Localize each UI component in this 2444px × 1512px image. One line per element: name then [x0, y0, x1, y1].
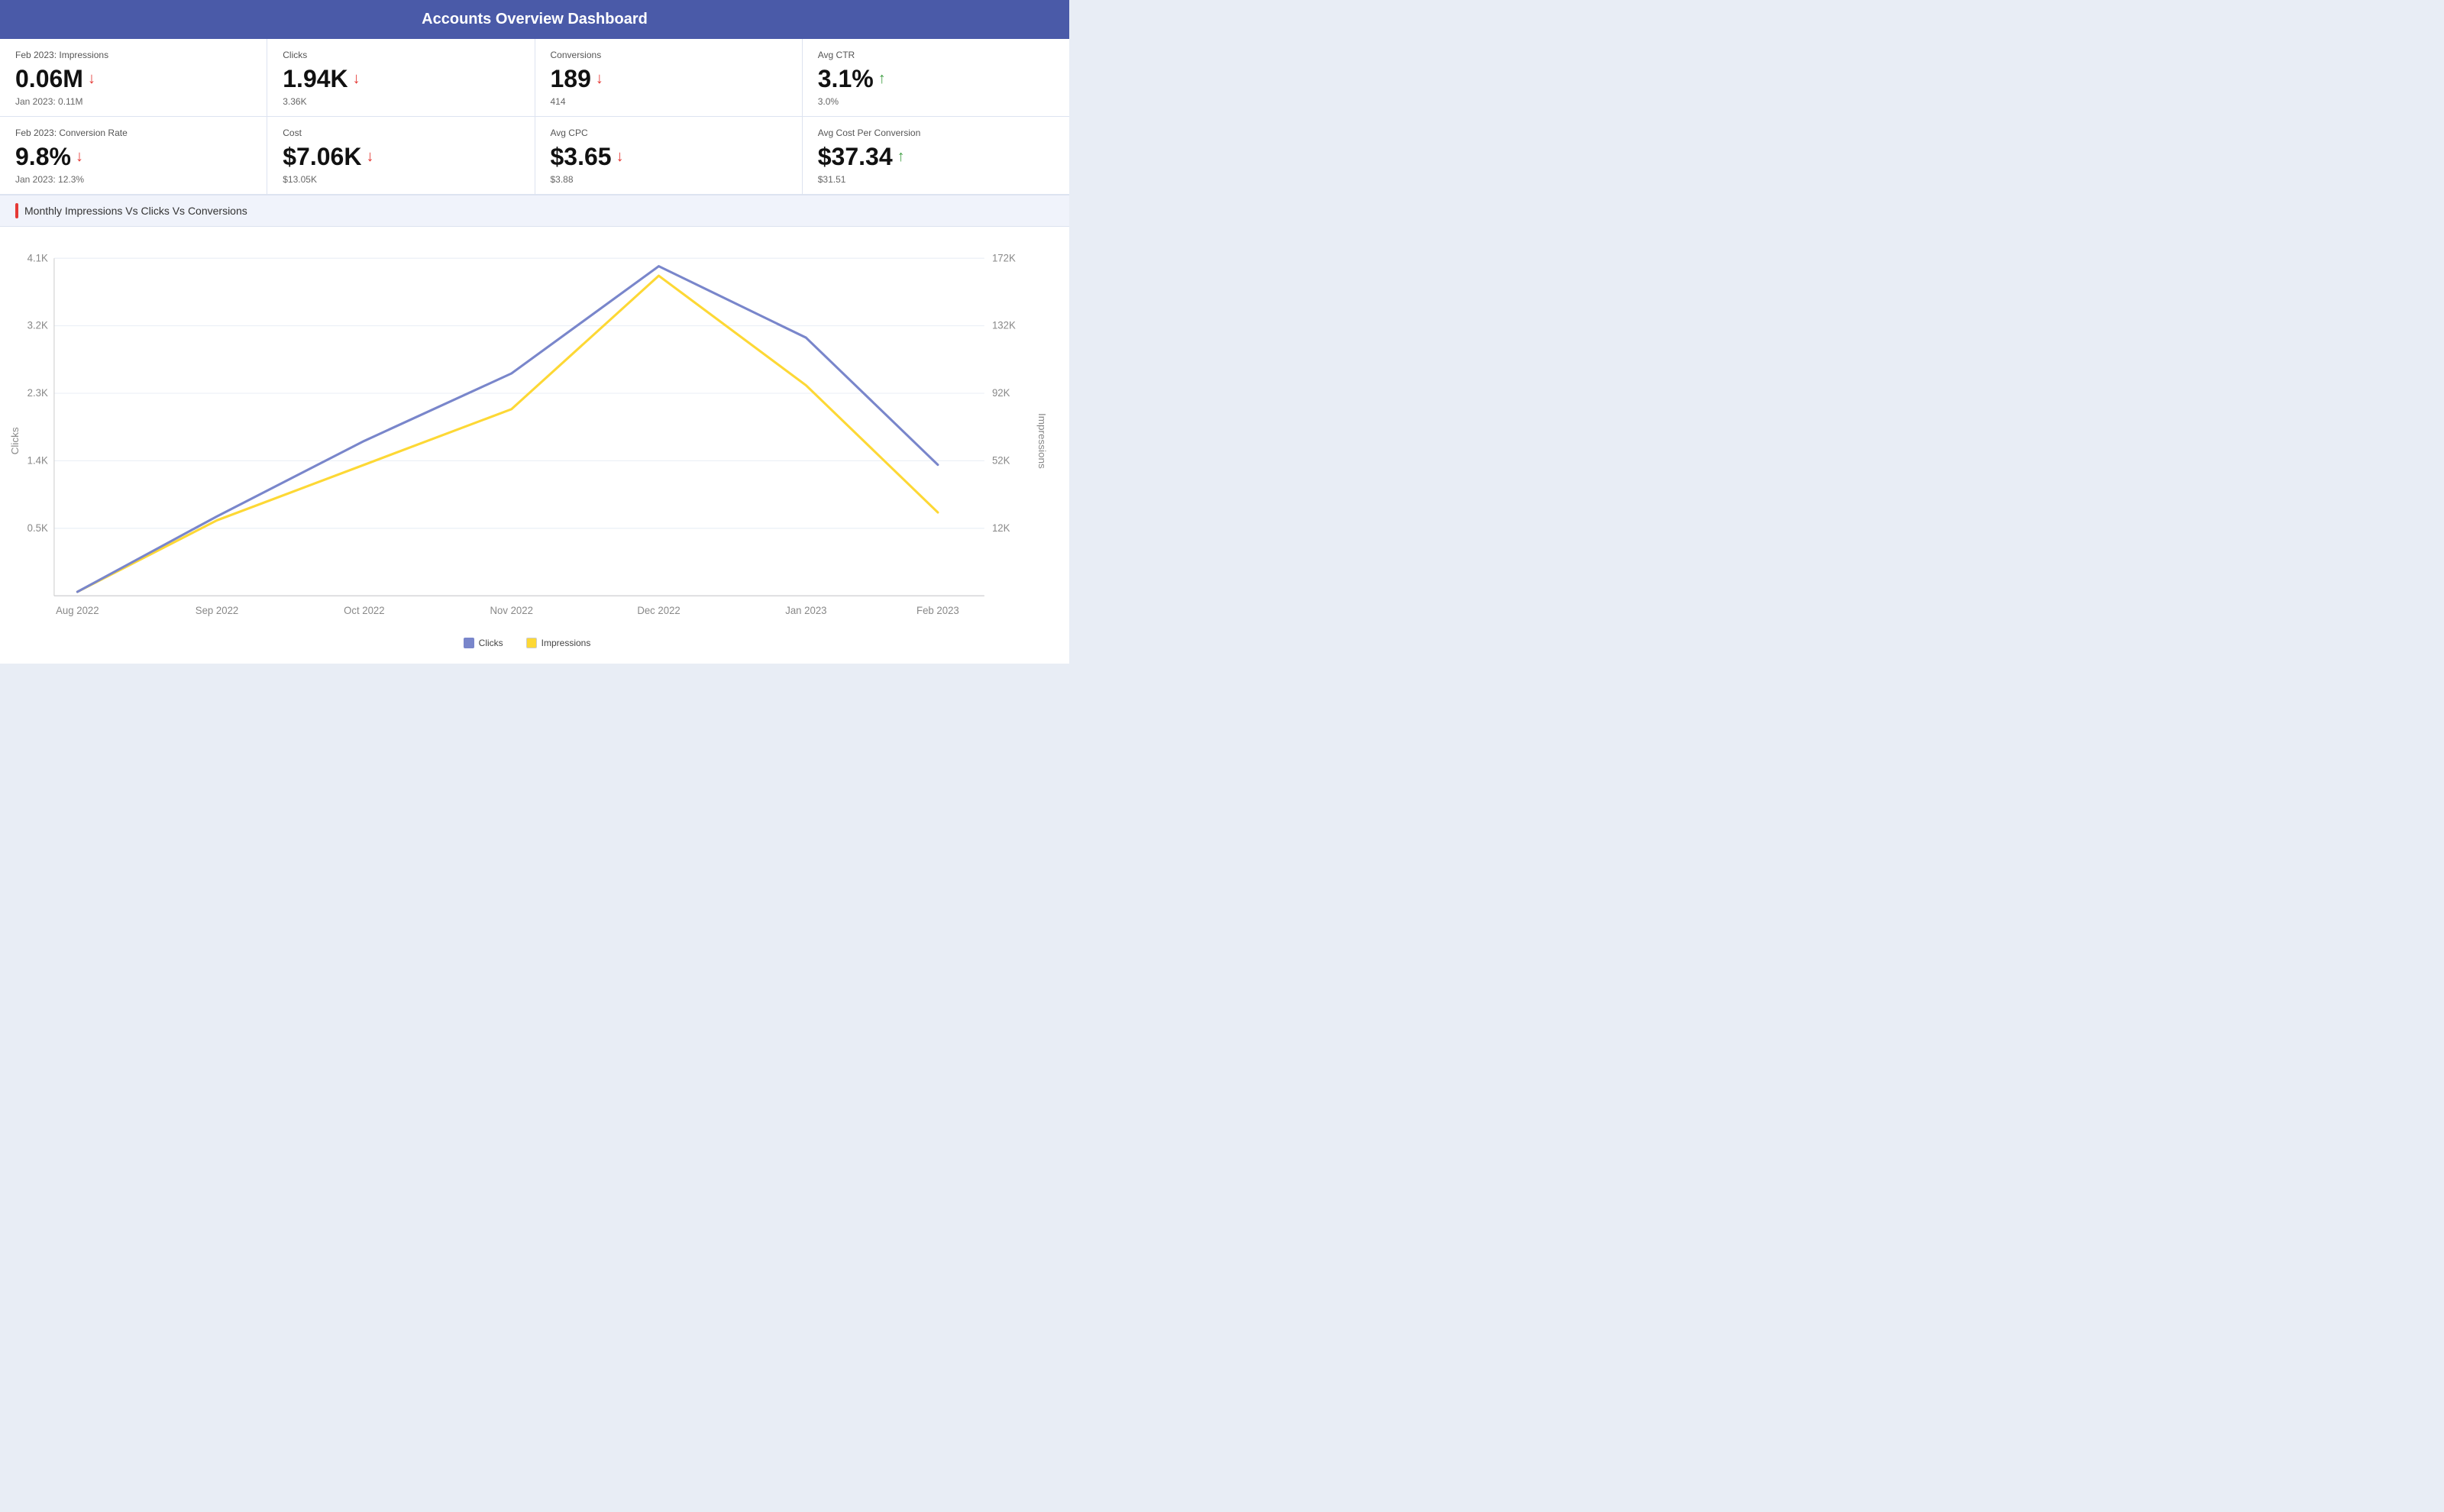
- metric-value-avg-cpc: $3.65: [551, 143, 612, 171]
- metrics-row-1: Feb 2023: Impressions 0.06M ↓ Jan 2023: …: [0, 39, 1069, 117]
- svg-text:2.3K: 2.3K: [27, 387, 48, 399]
- metric-card-avg-cost-per-conversion: Avg Cost Per Conversion $37.34 ↑ $31.51: [803, 117, 1069, 194]
- chart-title-bar: Monthly Impressions Vs Clicks Vs Convers…: [0, 195, 1069, 227]
- arrow-down-clicks: ↓: [353, 70, 360, 88]
- metric-label-avg-ctr: Avg CTR: [818, 50, 1054, 60]
- metric-prev-cost: $13.05K: [283, 174, 519, 185]
- metric-value-row-impressions: 0.06M ↓: [15, 65, 251, 93]
- metric-value-impressions: 0.06M: [15, 65, 83, 93]
- chart-title: Monthly Impressions Vs Clicks Vs Convers…: [24, 205, 247, 217]
- arrow-down-cost: ↓: [366, 148, 373, 166]
- legend-label-impressions: Impressions: [541, 638, 591, 648]
- metric-value-row-avg-cpc: $3.65 ↓: [551, 143, 787, 171]
- legend-clicks: Clicks: [464, 638, 503, 648]
- svg-text:Nov 2022: Nov 2022: [490, 605, 532, 616]
- metric-value-clicks: 1.94K: [283, 65, 348, 93]
- arrow-down-avg-cpc: ↓: [616, 148, 624, 166]
- metric-card-avg-ctr: Avg CTR 3.1% ↑ 3.0%: [803, 39, 1069, 116]
- metric-prev-impressions: Jan 2023: 0.11M: [15, 96, 251, 107]
- svg-text:1.4K: 1.4K: [27, 454, 48, 466]
- arrow-up-avg-cost-per-conversion: ↑: [897, 148, 905, 166]
- clicks-line: [77, 267, 938, 592]
- metric-label-avg-cpc: Avg CPC: [551, 128, 787, 138]
- metric-value-conversion-rate: 9.8%: [15, 143, 71, 171]
- metric-value-row-cost: $7.06K ↓: [283, 143, 519, 171]
- legend-box-clicks: [464, 638, 474, 648]
- chart-area: 4.1K 3.2K 2.3K 1.4K 0.5K 172K 132K 92K 5…: [0, 227, 1069, 664]
- svg-text:Impressions: Impressions: [1036, 413, 1046, 469]
- chart-legend: Clicks Impressions: [8, 632, 1046, 656]
- metric-label-cost: Cost: [283, 128, 519, 138]
- svg-text:12K: 12K: [992, 522, 1010, 534]
- metrics-row-2: Feb 2023: Conversion Rate 9.8% ↓ Jan 202…: [0, 117, 1069, 195]
- svg-text:Clicks: Clicks: [9, 427, 21, 454]
- metric-prev-clicks: 3.36K: [283, 96, 519, 107]
- page-title: Accounts Overview Dashboard: [422, 11, 648, 27]
- svg-text:Oct 2022: Oct 2022: [344, 605, 384, 616]
- arrow-down-impressions: ↓: [88, 70, 95, 88]
- impressions-line: [77, 276, 938, 592]
- arrow-up-avg-ctr: ↑: [878, 70, 886, 88]
- metric-label-clicks: Clicks: [283, 50, 519, 60]
- metric-prev-conversions: 414: [551, 96, 787, 107]
- svg-text:132K: 132K: [992, 320, 1016, 331]
- metric-value-row-avg-cost-per-conversion: $37.34 ↑: [818, 143, 1054, 171]
- metric-value-row-avg-ctr: 3.1% ↑: [818, 65, 1054, 93]
- metric-card-cost: Cost $7.06K ↓ $13.05K: [267, 117, 535, 194]
- metric-prev-avg-cpc: $3.88: [551, 174, 787, 185]
- metric-value-cost: $7.06K: [283, 143, 361, 171]
- metric-value-row-clicks: 1.94K ↓: [283, 65, 519, 93]
- svg-text:52K: 52K: [992, 454, 1010, 466]
- metric-value-avg-ctr: 3.1%: [818, 65, 874, 93]
- metric-value-row-conversions: 189 ↓: [551, 65, 787, 93]
- metric-card-conversion-rate: Feb 2023: Conversion Rate 9.8% ↓ Jan 202…: [0, 117, 267, 194]
- metric-prev-avg-ctr: 3.0%: [818, 96, 1054, 107]
- metric-card-conversions: Conversions 189 ↓ 414: [535, 39, 803, 116]
- svg-text:92K: 92K: [992, 387, 1010, 399]
- metric-value-conversions: 189: [551, 65, 591, 93]
- metric-value-avg-cost-per-conversion: $37.34: [818, 143, 893, 171]
- metric-prev-avg-cost-per-conversion: $31.51: [818, 174, 1054, 185]
- legend-label-clicks: Clicks: [479, 638, 503, 648]
- metric-label-avg-cost-per-conversion: Avg Cost Per Conversion: [818, 128, 1054, 138]
- legend-impressions: Impressions: [526, 638, 591, 648]
- svg-text:Dec 2022: Dec 2022: [637, 605, 680, 616]
- svg-text:Feb 2023: Feb 2023: [916, 605, 959, 616]
- metric-card-avg-cpc: Avg CPC $3.65 ↓ $3.88: [535, 117, 803, 194]
- main-chart-svg: 4.1K 3.2K 2.3K 1.4K 0.5K 172K 132K 92K 5…: [8, 234, 1046, 632]
- metric-card-impressions: Feb 2023: Impressions 0.06M ↓ Jan 2023: …: [0, 39, 267, 116]
- metric-prev-conversion-rate: Jan 2023: 12.3%: [15, 174, 251, 185]
- legend-box-impressions: [526, 638, 537, 648]
- svg-text:4.1K: 4.1K: [27, 252, 48, 263]
- metric-value-row-conversion-rate: 9.8% ↓: [15, 143, 251, 171]
- chart-title-accent: [15, 203, 18, 218]
- metric-label-conversions: Conversions: [551, 50, 787, 60]
- metric-card-clicks: Clicks 1.94K ↓ 3.36K: [267, 39, 535, 116]
- svg-text:Jan 2023: Jan 2023: [785, 605, 826, 616]
- arrow-down-conversions: ↓: [596, 70, 603, 88]
- svg-text:172K: 172K: [992, 252, 1016, 263]
- svg-text:3.2K: 3.2K: [27, 320, 48, 331]
- metric-label-impressions: Feb 2023: Impressions: [15, 50, 251, 60]
- svg-text:Sep 2022: Sep 2022: [196, 605, 238, 616]
- page-header: Accounts Overview Dashboard: [0, 0, 1069, 39]
- arrow-down-conversion-rate: ↓: [76, 148, 83, 166]
- metric-label-conversion-rate: Feb 2023: Conversion Rate: [15, 128, 251, 138]
- svg-text:0.5K: 0.5K: [27, 522, 48, 534]
- svg-text:Aug 2022: Aug 2022: [56, 605, 99, 616]
- chart-section: Monthly Impressions Vs Clicks Vs Convers…: [0, 195, 1069, 664]
